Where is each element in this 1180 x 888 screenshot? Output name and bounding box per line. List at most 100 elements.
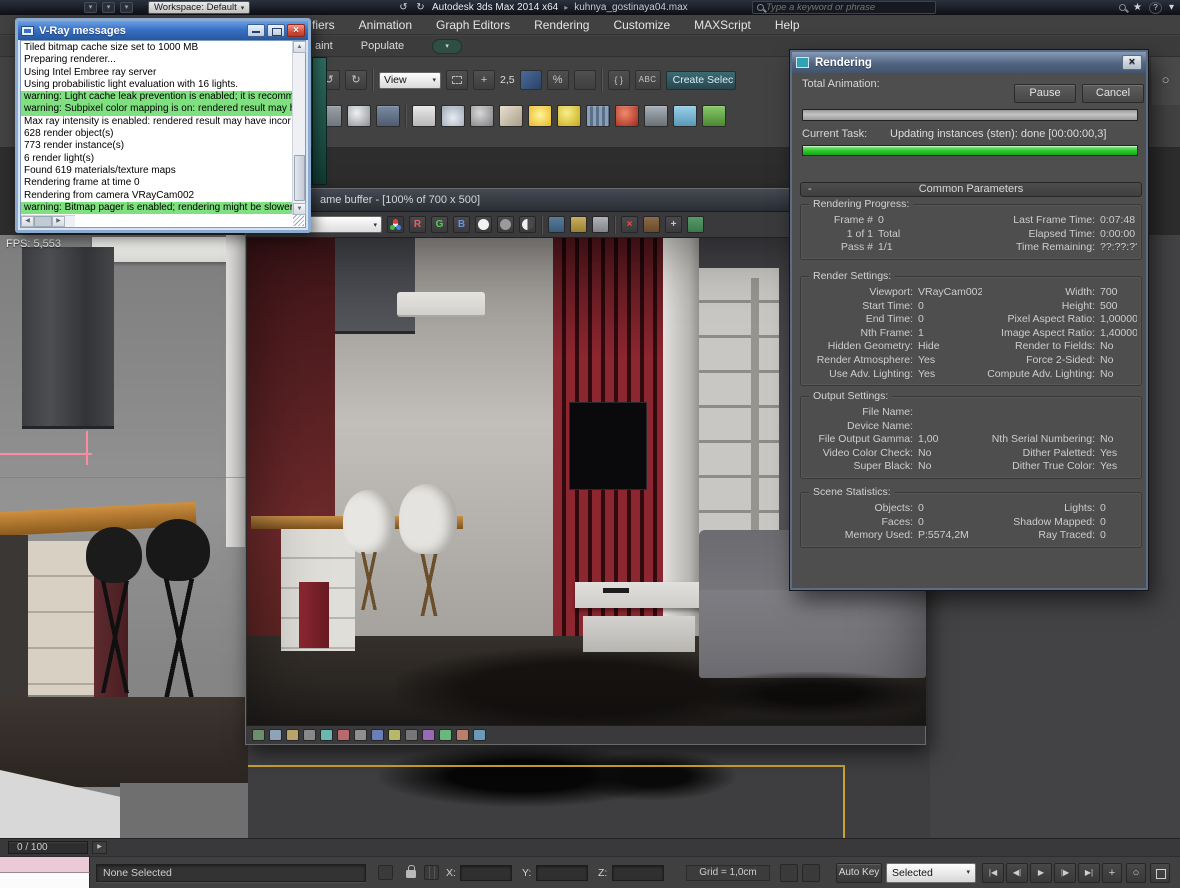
help-search-field[interactable] <box>752 1 936 14</box>
sphere-gizmo-icon[interactable] <box>470 105 494 127</box>
maxscript-mini-listener[interactable] <box>0 873 90 888</box>
use-center-icon[interactable] <box>446 70 468 90</box>
selection-filter-icon[interactable] <box>378 865 393 880</box>
spellcheck-abc-icon[interactable]: ABC <box>635 70 661 90</box>
create-selection-set-field[interactable]: Create Selec <box>666 71 736 90</box>
workspace-selector[interactable]: Workspace: Default▾ <box>148 1 250 14</box>
timeline-slider[interactable]: 0 / 100 <box>8 841 88 854</box>
lattice-grid-icon[interactable] <box>586 105 610 127</box>
fb-tool-icon[interactable] <box>473 729 486 741</box>
maxscript-mini-listener-macro[interactable] <box>0 857 90 873</box>
key-filters-selected-dropdown[interactable]: Selected▾ <box>886 863 976 883</box>
menu-item[interactable]: Customize <box>613 18 670 32</box>
playback-button[interactable]: |▶ <box>1054 863 1076 883</box>
quick-access-save-icon[interactable]: ▾ <box>120 2 133 13</box>
light-sphere-icon[interactable] <box>347 105 371 127</box>
favorites-star-icon[interactable]: ★ <box>1133 2 1142 13</box>
quick-access-open-icon[interactable]: ▾ <box>102 2 115 13</box>
reference-coordinate-dropdown[interactable]: View▾ <box>379 72 441 89</box>
vray-messages-window[interactable]: V-Ray messages × Tiled bitmap cache size… <box>15 18 311 233</box>
mono-channel-icon[interactable] <box>497 216 514 233</box>
spinner-snap-icon[interactable] <box>574 70 596 90</box>
render-setup-icon[interactable] <box>644 105 668 127</box>
scroll-up-icon[interactable]: ▲ <box>293 41 306 53</box>
time-tag-icon[interactable] <box>780 864 798 882</box>
region-render-icon[interactable] <box>687 216 704 233</box>
scroll-right-icon[interactable]: ▶ <box>52 216 65 227</box>
print-icon[interactable] <box>592 216 609 233</box>
half-tone-icon[interactable] <box>519 216 536 233</box>
alpha-channel-icon[interactable] <box>475 216 492 233</box>
populate-people-icon[interactable] <box>376 105 400 127</box>
fb-tool-icon[interactable] <box>320 729 333 741</box>
selection-lock-icon[interactable] <box>406 870 416 878</box>
save-image-icon[interactable] <box>570 216 587 233</box>
pan-viewport-icon[interactable]: + <box>1102 863 1122 883</box>
color-channels-icon[interactable] <box>387 216 404 233</box>
track-mouse-icon[interactable]: + <box>665 216 682 233</box>
green-channel-button[interactable]: G <box>431 216 448 233</box>
percent-snap-icon[interactable]: % <box>547 70 569 90</box>
scrollbar-thumb[interactable] <box>294 155 305 201</box>
fb-tool-icon[interactable] <box>388 729 401 741</box>
mirror-icon[interactable] <box>412 105 436 127</box>
omni-light-icon[interactable] <box>557 105 581 127</box>
ribbon-tab[interactable]: Populate <box>361 40 404 52</box>
absolute-offset-toggle-icon[interactable] <box>424 865 439 880</box>
auto-key-button[interactable]: Auto Key <box>836 863 882 883</box>
fb-tool-icon[interactable] <box>303 729 316 741</box>
viewport-lower-area[interactable] <box>248 745 930 838</box>
ribbon-tab[interactable]: aint <box>315 40 333 52</box>
fb-tool-icon[interactable] <box>439 729 452 741</box>
blue-channel-button[interactable]: B <box>453 216 470 233</box>
fb-tool-icon[interactable] <box>286 729 299 741</box>
menu-item[interactable]: Help <box>775 18 800 32</box>
fb-tool-icon[interactable] <box>456 729 469 741</box>
z-coordinate-input[interactable] <box>612 865 664 881</box>
menu-item[interactable]: Animation <box>359 18 412 32</box>
fb-tool-icon[interactable] <box>405 729 418 741</box>
scrollbar-thumb[interactable] <box>34 216 52 227</box>
vertical-scrollbar[interactable]: ▲ ▼ <box>292 41 305 215</box>
common-parameters-rollout[interactable]: - Common Parameters <box>800 182 1142 197</box>
playback-button[interactable]: ▶ <box>1030 863 1052 883</box>
fb-tool-icon[interactable] <box>354 729 367 741</box>
ribbon-options-icon[interactable]: ▾ <box>432 39 462 54</box>
vray-messages-titlebar[interactable]: V-Ray messages × <box>18 21 308 40</box>
quick-access-new-icon[interactable]: ▾ <box>84 2 97 13</box>
close-button[interactable]: × <box>1122 55 1142 70</box>
horizontal-scrollbar[interactable]: ◀ ▶ <box>21 215 75 227</box>
cancel-button[interactable]: Cancel <box>1082 84 1144 103</box>
playback-button[interactable]: ▶| <box>1078 863 1100 883</box>
scroll-left-icon[interactable]: ◀ <box>21 216 34 227</box>
fb-tool-icon[interactable] <box>337 729 350 741</box>
rendering-dialog-titlebar[interactable]: Rendering × <box>792 52 1146 73</box>
maximize-button[interactable] <box>267 24 285 37</box>
help-icon[interactable]: ? <box>1149 2 1162 14</box>
minimize-button[interactable] <box>247 24 265 37</box>
menu-item[interactable]: MAXScript <box>694 18 751 32</box>
orbit-viewport-icon[interactable]: ○ <box>1126 863 1146 883</box>
redo-icon[interactable]: ↻ <box>413 1 428 14</box>
viewport[interactable]: FPS: 5,553 <box>0 235 248 838</box>
maximize-viewport-icon[interactable] <box>1150 863 1170 883</box>
monitor-icon[interactable] <box>548 216 565 233</box>
fb-tool-icon[interactable] <box>252 729 265 741</box>
command-panel-edge[interactable]: ○ <box>1150 57 1180 105</box>
diamond-helper-icon[interactable] <box>499 105 523 127</box>
undo-icon[interactable]: ↺ <box>396 1 411 14</box>
pause-button[interactable]: Pause <box>1014 84 1076 103</box>
duplicate-buffer-icon[interactable] <box>643 216 660 233</box>
menu-item[interactable]: Rendering <box>534 18 589 32</box>
x-coordinate-input[interactable] <box>460 865 512 881</box>
redo-icon[interactable]: ↻ <box>345 70 367 90</box>
rendering-dialog[interactable]: Rendering × Total Animation: Pause Cance… <box>790 50 1148 590</box>
foliage-icon[interactable] <box>702 105 726 127</box>
playback-button[interactable]: |◀ <box>982 863 1004 883</box>
select-and-manipulate-icon[interactable]: + <box>473 70 495 90</box>
scroll-down-icon[interactable]: ▼ <box>293 203 306 215</box>
environment-snowflake-icon[interactable] <box>673 105 697 127</box>
sun-light-icon[interactable] <box>528 105 552 127</box>
y-coordinate-input[interactable] <box>536 865 588 881</box>
material-sphere-icon[interactable] <box>615 105 639 127</box>
